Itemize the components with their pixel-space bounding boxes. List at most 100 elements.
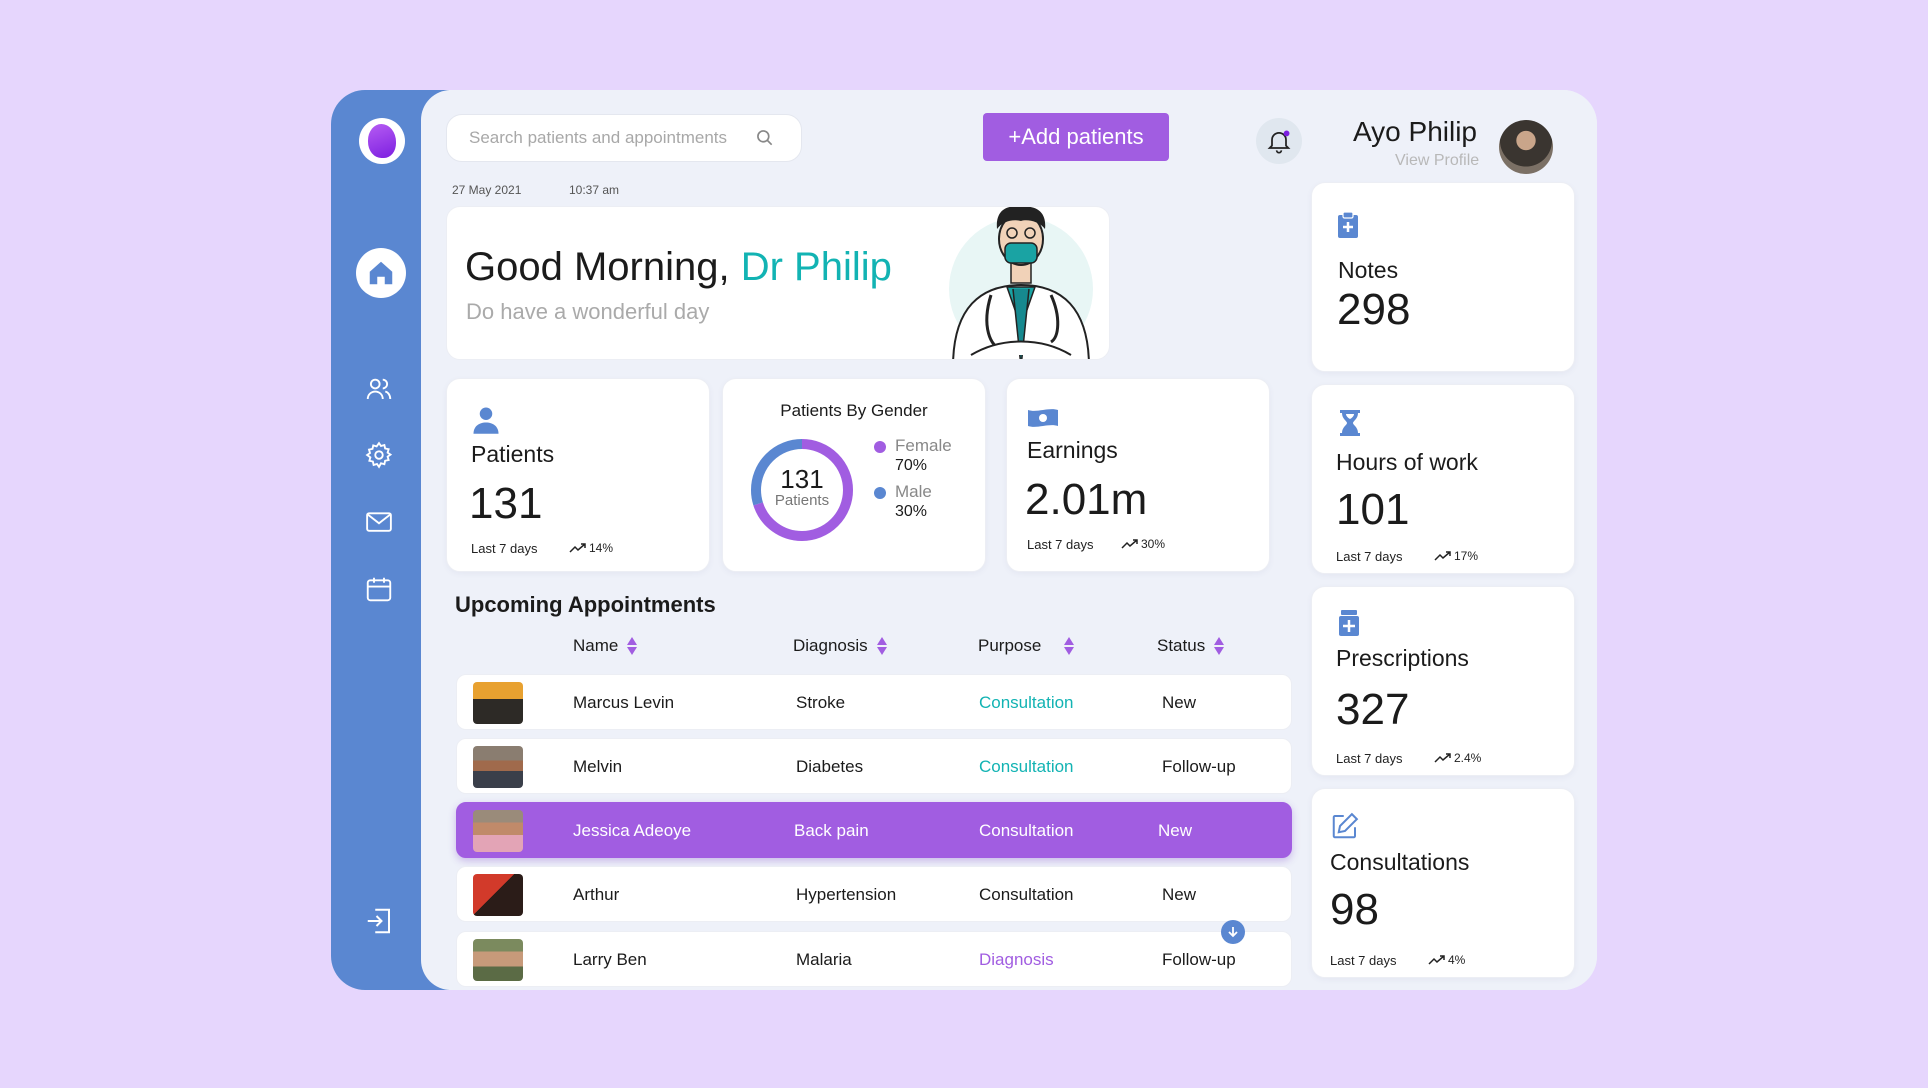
row-name: Marcus Levin bbox=[573, 693, 675, 712]
hourglass-icon bbox=[1340, 410, 1360, 436]
table-row[interactable]: Marcus Levin Stroke Consultation New bbox=[456, 674, 1292, 730]
add-patients-button[interactable]: +Add patients bbox=[983, 113, 1169, 161]
earnings-card[interactable]: Earnings 2.01m Last 7 days 30% bbox=[1006, 378, 1270, 572]
row-diagnosis: Hypertension bbox=[796, 885, 897, 904]
row-status: New bbox=[1162, 693, 1197, 712]
user-avatar[interactable] bbox=[1499, 120, 1553, 174]
consultations-trend-value: 4% bbox=[1448, 953, 1466, 967]
hours-trend: 17% bbox=[1434, 549, 1478, 563]
nav-logout[interactable] bbox=[362, 904, 396, 938]
gender-total: 131 bbox=[780, 464, 824, 494]
patient-avatar bbox=[473, 810, 523, 852]
current-time: 10:37 am bbox=[569, 183, 620, 197]
row-diagnosis: Back pain bbox=[794, 821, 869, 840]
table-row[interactable]: Arthur Hypertension Consultation New bbox=[456, 866, 1292, 922]
hours-period: Last 7 days bbox=[1336, 549, 1403, 564]
notes-value: 298 bbox=[1337, 285, 1411, 334]
gear-icon bbox=[365, 441, 393, 469]
calendar-icon bbox=[366, 577, 392, 602]
column-header-purpose[interactable]: Purpose bbox=[978, 636, 1075, 656]
bell-icon bbox=[1267, 130, 1291, 154]
trend-up-icon bbox=[1434, 551, 1451, 561]
table-row-selected[interactable]: Jessica Adeoye Back pain Consultation Ne… bbox=[456, 802, 1292, 858]
doctor-illustration bbox=[949, 207, 1093, 359]
table-row[interactable]: Melvin Diabetes Consultation Follow-up bbox=[456, 738, 1292, 794]
row-purpose: Consultation bbox=[979, 693, 1074, 712]
gender-total-label: Patients bbox=[774, 492, 830, 509]
row-purpose: Diagnosis bbox=[979, 950, 1054, 969]
app-logo[interactable] bbox=[359, 118, 405, 164]
row-name: Jessica Adeoye bbox=[573, 821, 692, 840]
column-name-label: Name bbox=[573, 636, 619, 655]
column-header-diagnosis[interactable]: Diagnosis bbox=[793, 636, 888, 656]
sort-icon[interactable] bbox=[1063, 636, 1075, 656]
nav-calendar[interactable] bbox=[362, 572, 396, 606]
search-bar[interactable] bbox=[446, 114, 802, 162]
trend-up-icon bbox=[1434, 753, 1451, 763]
trend-up-icon bbox=[1428, 955, 1445, 965]
consultations-period: Last 7 days bbox=[1330, 953, 1397, 968]
gender-title: Patients By Gender bbox=[780, 401, 928, 420]
earnings-value: 2.01m bbox=[1025, 475, 1148, 524]
column-purpose-label: Purpose bbox=[978, 636, 1042, 655]
search-icon[interactable] bbox=[755, 128, 775, 148]
mail-icon bbox=[366, 512, 392, 532]
prescriptions-label: Prescriptions bbox=[1336, 645, 1469, 671]
earnings-trend: 30% bbox=[1121, 537, 1165, 551]
consultations-card[interactable]: Consultations 98 Last 7 days 4% bbox=[1311, 788, 1575, 978]
nav-patients[interactable] bbox=[362, 372, 396, 406]
appointments-title: Upcoming Appointments bbox=[455, 592, 716, 617]
gender-card: Patients By Gender 131 Patients Female 7… bbox=[722, 378, 986, 572]
trend-up-icon bbox=[569, 543, 586, 553]
greeting-hello: Good Morning, bbox=[465, 245, 741, 289]
row-name: Arthur bbox=[573, 885, 620, 904]
column-header-name[interactable]: Name bbox=[573, 636, 638, 656]
patient-avatar bbox=[473, 746, 523, 788]
hours-trend-value: 17% bbox=[1454, 549, 1479, 563]
view-profile-link[interactable]: View Profile bbox=[1395, 152, 1479, 170]
table-row[interactable]: Larry Ben Malaria Diagnosis Follow-up bbox=[456, 920, 1292, 987]
sort-icon[interactable] bbox=[1213, 636, 1225, 656]
patients-trend-value: 14% bbox=[589, 541, 614, 555]
app-window: +Add patients Ayo Philip View Profile 27… bbox=[331, 90, 1597, 990]
legend-female-label: Female bbox=[895, 436, 952, 455]
trend-up-icon bbox=[1121, 539, 1138, 549]
legend-male-pct: 30% bbox=[895, 503, 928, 520]
earnings-label: Earnings bbox=[1027, 437, 1118, 463]
consultations-value: 98 bbox=[1330, 885, 1379, 934]
patients-trend: 14% bbox=[569, 541, 613, 555]
home-icon bbox=[369, 261, 393, 285]
sort-icon[interactable] bbox=[876, 636, 888, 656]
scroll-down-button[interactable] bbox=[1221, 920, 1245, 944]
prescriptions-trend: 2.4% bbox=[1434, 751, 1481, 765]
legend-male-label: Male bbox=[895, 482, 932, 501]
hours-value: 101 bbox=[1336, 485, 1410, 534]
column-status-label: Status bbox=[1157, 636, 1206, 655]
earnings-trend-value: 30% bbox=[1141, 537, 1166, 551]
row-name: Larry Ben bbox=[573, 950, 647, 969]
column-header-status[interactable]: Status bbox=[1157, 636, 1225, 656]
row-diagnosis: Malaria bbox=[796, 950, 852, 969]
prescriptions-card[interactable]: Prescriptions 327 Last 7 days 2.4% bbox=[1311, 586, 1575, 776]
row-name: Melvin bbox=[573, 757, 623, 776]
nav-messages[interactable] bbox=[362, 505, 396, 539]
clipboard-icon bbox=[1338, 211, 1358, 238]
current-date: 27 May 2021 bbox=[452, 183, 522, 197]
user-name[interactable]: Ayo Philip bbox=[1353, 116, 1477, 148]
notifications-button[interactable] bbox=[1256, 118, 1302, 164]
patients-period: Last 7 days bbox=[471, 541, 538, 556]
row-status: New bbox=[1158, 821, 1193, 840]
nav-settings[interactable] bbox=[362, 438, 396, 472]
greeting-doctor-name: Dr Philip bbox=[740, 245, 892, 289]
notes-card[interactable]: Notes 298 bbox=[1311, 182, 1575, 372]
users-icon bbox=[366, 378, 392, 400]
row-purpose: Consultation bbox=[979, 885, 1074, 904]
edit-icon bbox=[1332, 812, 1359, 839]
sort-icon[interactable] bbox=[626, 636, 638, 656]
hours-card[interactable]: Hours of work 101 Last 7 days 17% bbox=[1311, 384, 1575, 574]
search-input[interactable] bbox=[469, 128, 749, 148]
patients-card[interactable]: Patients 131 Last 7 days 14% bbox=[446, 378, 710, 572]
patient-avatar bbox=[473, 939, 523, 981]
medicine-bottle-icon bbox=[1339, 610, 1359, 636]
nav-home[interactable] bbox=[356, 248, 406, 298]
